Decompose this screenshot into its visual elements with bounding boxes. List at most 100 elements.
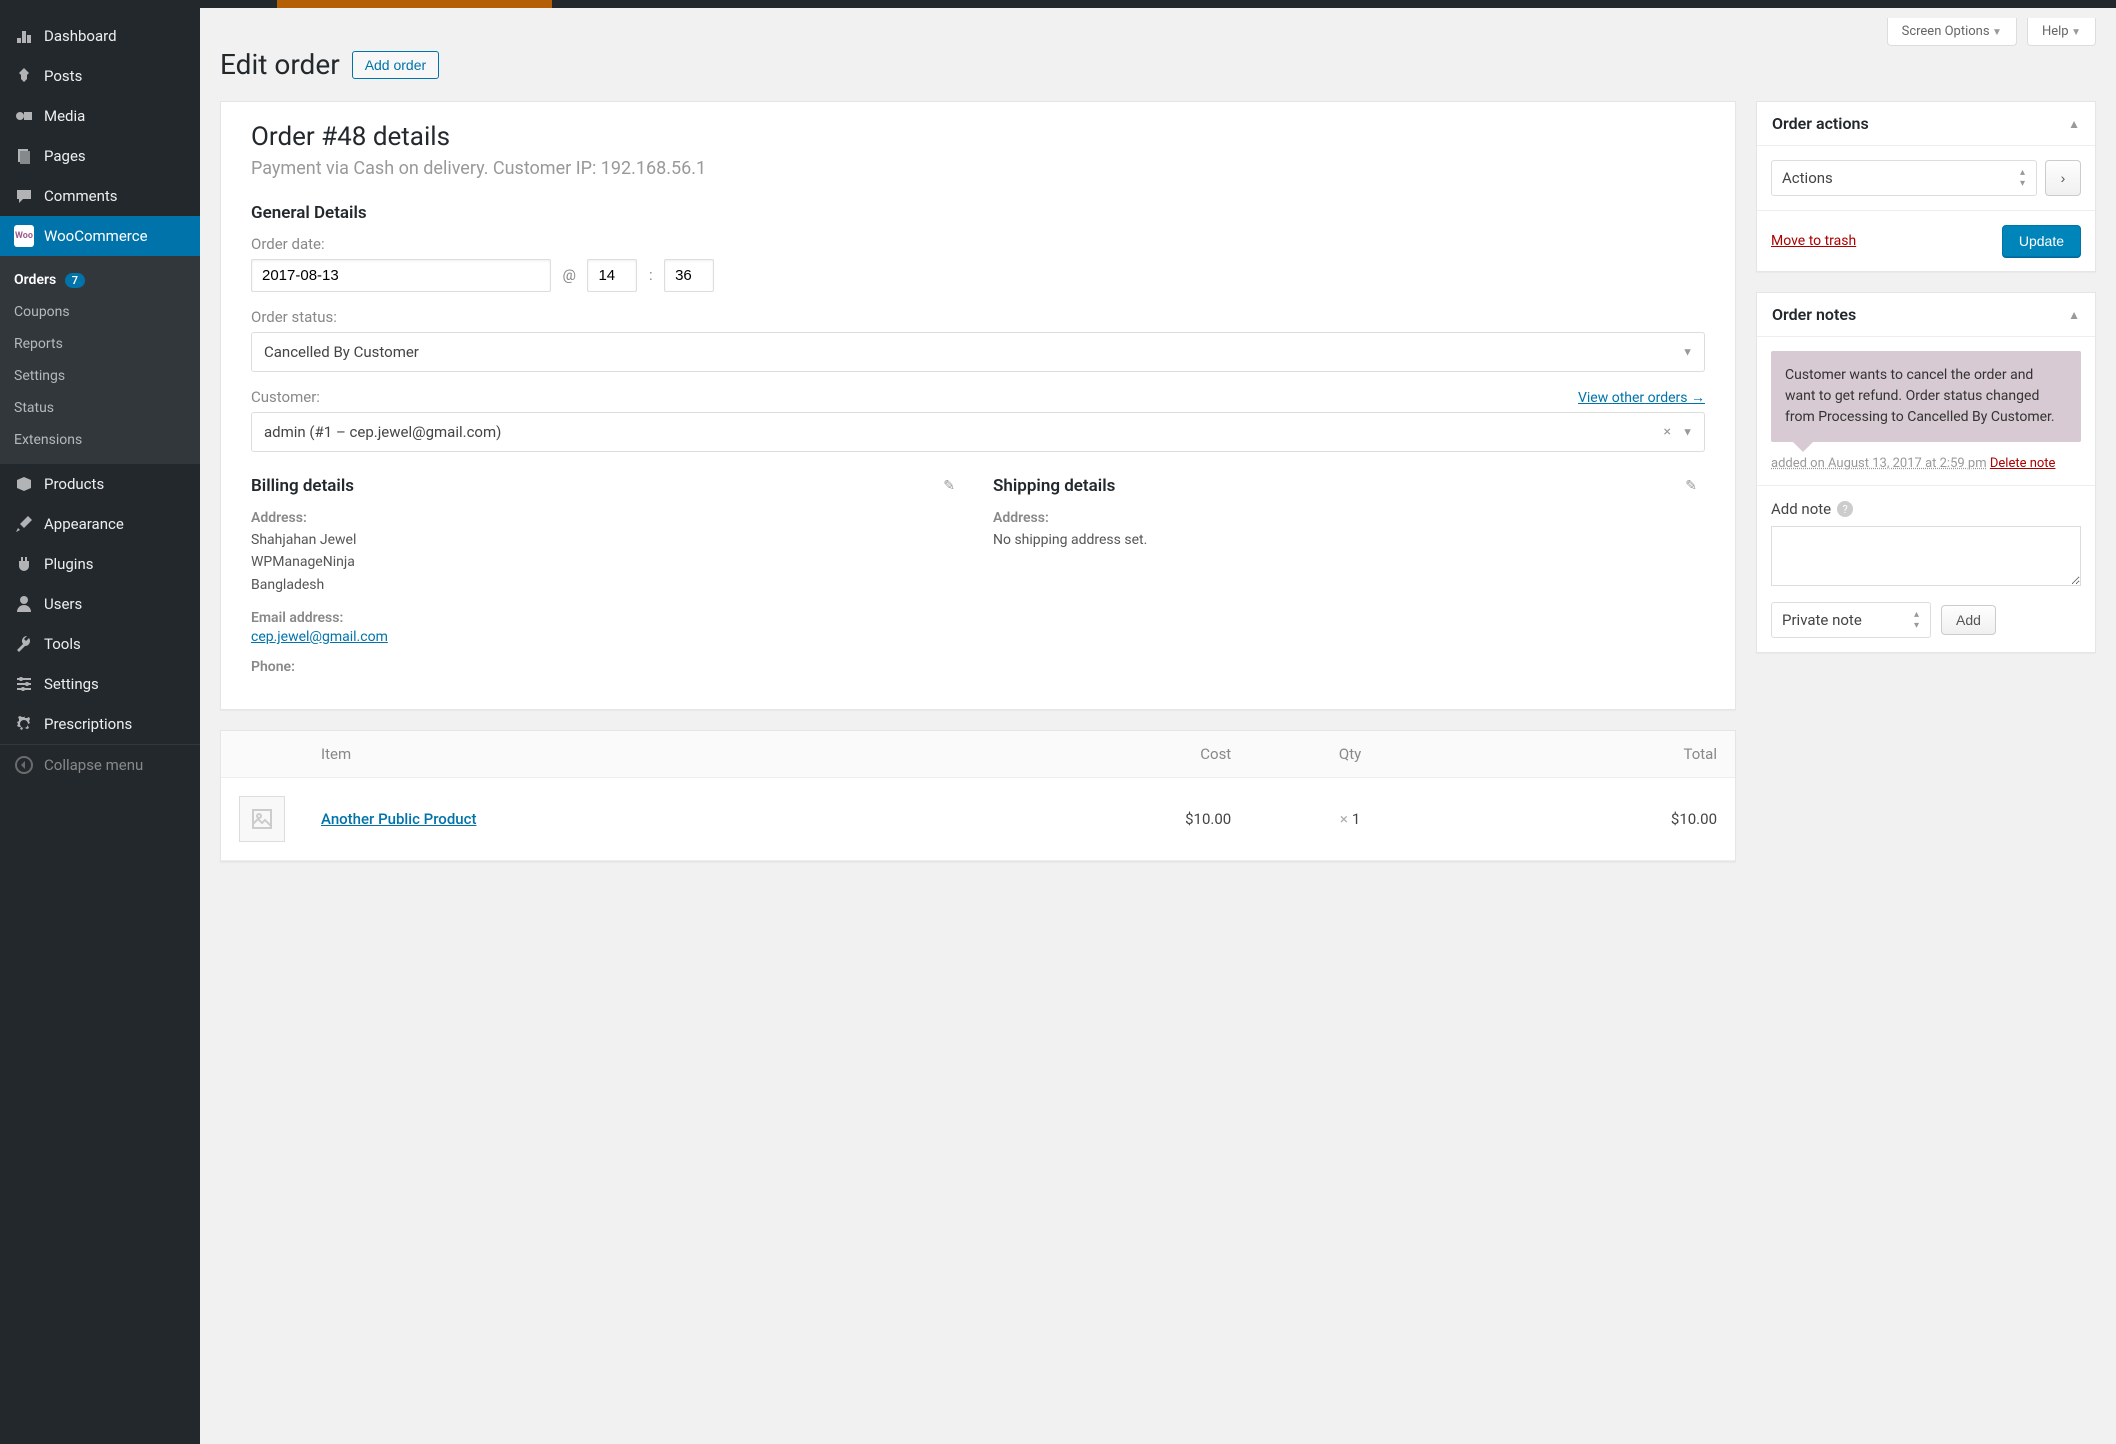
order-status-label: Order status: [251,308,1705,326]
edit-billing-icon[interactable]: ✎ [943,478,955,494]
order-hour-input[interactable] [587,259,637,292]
shipping-details-heading: Shipping details [993,476,1705,496]
product-link[interactable]: Another Public Product [321,810,476,828]
sidebar-item-products[interactable]: Products [0,464,200,504]
submenu-status[interactable]: Status [0,392,200,424]
order-date-input[interactable] [251,259,551,292]
submenu-orders[interactable]: Orders 7 [0,264,200,296]
dashboard-icon [14,26,34,46]
billing-address: Shahjahan Jewel WPManageNinja Bangladesh [251,529,963,596]
sidebar-label: Pages [44,147,86,165]
sidebar-item-prescriptions[interactable]: Prescriptions [0,704,200,744]
sidebar-item-tools[interactable]: Tools [0,624,200,664]
sidebar-label: Dashboard [44,27,117,45]
help-icon[interactable]: ? [1837,501,1853,517]
order-notes-box: Order notes ▲ Customer wants to cancel t… [1756,292,2096,653]
screen-options-button[interactable]: Screen Options [1887,18,2017,46]
sidebar-item-users[interactable]: Users [0,584,200,624]
sidebar-label: Prescriptions [44,715,132,733]
apply-action-button[interactable]: › [2045,160,2081,196]
sidebar-label: Tools [44,635,81,653]
orders-count-badge: 7 [65,273,85,288]
order-date-label: Order date: [251,235,1705,253]
box-icon [14,474,34,494]
order-heading: Order #48 details [251,122,1705,152]
sidebar-label: Comments [44,187,118,205]
sidebar-item-woocommerce[interactable]: Woo WooCommerce [0,216,200,256]
sidebar-item-plugins[interactable]: Plugins [0,544,200,584]
product-thumbnail-icon [239,796,285,842]
toggle-box-icon[interactable]: ▲ [2068,308,2080,322]
add-order-button[interactable]: Add order [352,51,439,79]
sidebar-label: Settings [44,675,99,693]
user-icon [14,594,34,614]
add-note-label: Add note [1771,500,1831,518]
order-actions-select[interactable]: Actions [1771,160,2037,196]
edit-shipping-icon[interactable]: ✎ [1685,478,1697,494]
comment-icon [14,186,34,206]
item-total: $10.00 [1451,778,1735,861]
delete-note-link[interactable]: Delete note [1990,456,2056,471]
order-items-box: Item Cost Qty Total Another Public Produ… [220,730,1736,862]
clear-customer-icon[interactable]: × [1664,424,1671,440]
submenu-reports[interactable]: Reports [0,328,200,360]
collapse-menu[interactable]: Collapse menu [0,744,200,785]
item-cost: $10.00 [965,778,1249,861]
sidebar-item-posts[interactable]: Posts [0,56,200,96]
sidebar-item-settings[interactable]: Settings [0,664,200,704]
order-note: Customer wants to cancel the order and w… [1771,351,2081,442]
toggle-box-icon[interactable]: ▲ [2068,117,2080,131]
wrench-icon [14,634,34,654]
sidebar-label: Collapse menu [44,756,143,774]
shipping-address: No shipping address set. [993,529,1705,551]
add-note-button[interactable]: Add [1941,605,1996,635]
billing-details-heading: Billing details [251,476,963,496]
order-details-box: Order #48 details Payment via Cash on de… [220,101,1736,710]
note-type-select[interactable]: Private note [1771,602,1931,638]
sidebar-item-appearance[interactable]: Appearance [0,504,200,544]
order-minute-input[interactable] [664,259,714,292]
woo-icon: Woo [14,226,34,246]
gear-icon [14,714,34,734]
sidebar-item-pages[interactable]: Pages [0,136,200,176]
billing-email-link[interactable]: cep.jewel@gmail.com [251,629,388,645]
view-other-orders-link[interactable]: View other orders → [1578,389,1705,406]
sidebar-label: Posts [44,67,82,85]
order-actions-box: Order actions ▲ Actions ▴▾ › Move to tra… [1756,101,2096,272]
collapse-icon [14,755,34,775]
sidebar-label: WooCommerce [44,227,148,245]
col-total: Total [1451,731,1735,778]
update-button[interactable]: Update [2002,225,2081,257]
page-title: Edit order [220,48,340,81]
sidebar-label: Plugins [44,555,93,573]
sliders-icon [14,674,34,694]
pin-icon [14,66,34,86]
col-item: Item [303,731,965,778]
submenu-extensions[interactable]: Extensions [0,424,200,456]
woocommerce-submenu: Orders 7 Coupons Reports Settings Status… [0,256,200,464]
sidebar-label: Users [44,595,82,613]
sidebar-item-media[interactable]: Media [0,96,200,136]
submenu-coupons[interactable]: Coupons [0,296,200,328]
table-row: Another Public Product $10.00 ×1 $10.00 [221,778,1735,861]
help-button[interactable]: Help [2027,18,2096,46]
note-textarea[interactable] [1771,526,2081,586]
submenu-settings[interactable]: Settings [0,360,200,392]
customer-select[interactable]: admin (#1 – cep.jewel@gmail.com) [251,412,1705,452]
page-icon [14,146,34,166]
note-timestamp: added on August 13, 2017 at 2:59 pm [1771,456,1987,471]
general-details-heading: General Details [251,203,1705,223]
sidebar-item-comments[interactable]: Comments [0,176,200,216]
move-to-trash-link[interactable]: Move to trash [1771,233,1856,249]
item-qty: ×1 [1249,778,1451,861]
order-meta: Payment via Cash on delivery. Customer I… [251,158,1705,179]
admin-sidebar: Dashboard Posts Media Pages Comments Woo… [0,8,200,1444]
col-cost: Cost [965,731,1249,778]
sidebar-label: Appearance [44,515,124,533]
sidebar-item-dashboard[interactable]: Dashboard [0,16,200,56]
order-status-select[interactable]: Cancelled By Customer [251,332,1705,372]
col-qty: Qty [1249,731,1451,778]
plug-icon [14,554,34,574]
media-icon [14,106,34,126]
brush-icon [14,514,34,534]
